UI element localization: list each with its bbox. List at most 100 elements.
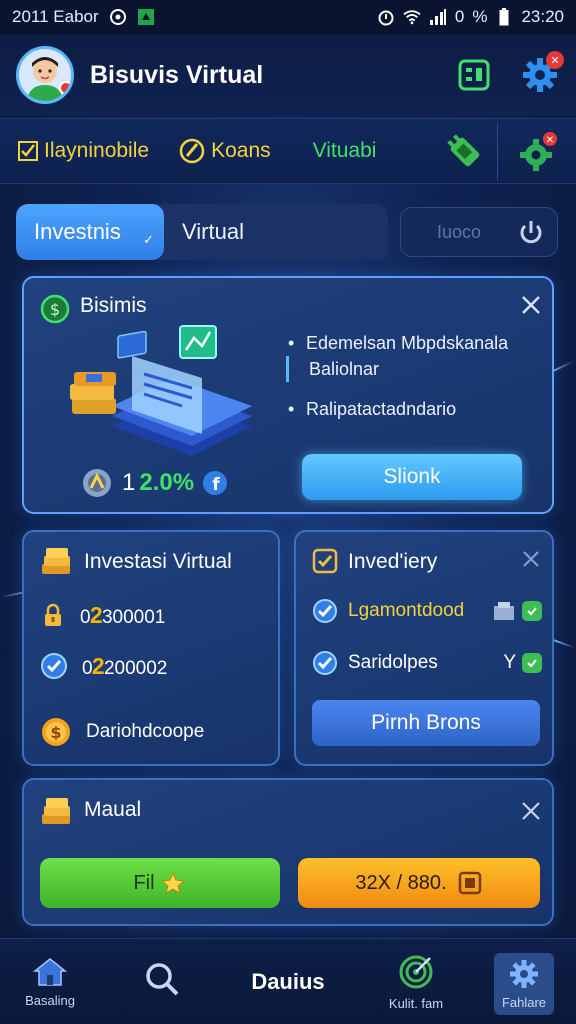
nav-item-home[interactable]: Basaling (12, 939, 88, 1024)
gold-stack-icon (42, 548, 70, 574)
invest-row-prefix: 0 (82, 657, 93, 679)
inventory-action-button[interactable]: Pirnh Brons (312, 700, 540, 746)
invest-row[interactable]: 0 2 200002 (40, 652, 167, 680)
inventory-card-title: Inved'iery (348, 550, 438, 573)
inventory-item[interactable]: Saridolpes Y (312, 650, 542, 676)
close-icon (522, 296, 540, 314)
business-card: $ Bisimis Edemelsan Mbpdskanala Baliolna… (22, 276, 554, 514)
tab-investments[interactable]: Investnis ✓ (16, 204, 164, 260)
close-icon (523, 551, 539, 567)
svg-text:✕: ✕ (546, 135, 554, 146)
svg-text:$: $ (50, 723, 61, 742)
nav-label: Fahlare (501, 994, 547, 1010)
green-check-icon (522, 601, 542, 621)
bullet-item: Edemelsan Mbpdskanala (286, 330, 548, 356)
page-title: Bisuvis Virtual (90, 60, 264, 89)
invest-row-value: 200002 (103, 657, 168, 679)
green-gear-icon[interactable]: ✕ (516, 131, 558, 173)
facebook-icon: f (203, 471, 228, 495)
check-circle-icon (313, 651, 337, 675)
inventory-item-tail: Y (503, 652, 516, 673)
tab-label: Virtual (182, 219, 244, 244)
green-button-label: Fil (133, 871, 155, 894)
inventory-item[interactable]: Lgamontdood (312, 598, 542, 624)
avatar[interactable] (16, 46, 74, 104)
invest-row-mid: 2 (89, 602, 103, 628)
invest-footer-row[interactable]: $ Dariohdcoope (40, 716, 204, 748)
box-icon (494, 602, 514, 620)
category-label: Koans (211, 139, 271, 162)
invest-card-title: Investasi Virtual (84, 550, 232, 573)
invest-card: Investasi Virtual 0 2 300001 0 2 200002 … (22, 530, 280, 766)
business-bullet-list: Edemelsan Mbpdskanala Baliolnar Ralipata… (286, 330, 548, 422)
settings-button[interactable]: ✕ (520, 51, 564, 95)
inventory-card: Inved'iery Lgamontdood Saridolpes Y Pirn… (294, 530, 554, 766)
tab-virtual[interactable]: Virtual (164, 204, 244, 260)
svg-text:f: f (212, 475, 220, 495)
gear-icon (510, 959, 538, 988)
inventory-item-label: Saridolpes (348, 652, 438, 673)
invest-row-prefix: 0 (80, 607, 91, 628)
check-circle-icon (313, 599, 337, 623)
category-label: Ilayninobile (44, 139, 150, 162)
invest-row-mid: 2 (91, 652, 105, 679)
invest-footer-label: Dariohdcoope (86, 721, 205, 742)
wifi-icon (403, 8, 421, 26)
notes-button[interactable] (454, 55, 494, 95)
manual-card: Maual Fil 32X / 880. (22, 778, 554, 926)
nav-label: Kulit. fam (388, 995, 444, 1011)
green-action-button[interactable]: Fil (40, 858, 280, 908)
document-stack-illustration (70, 325, 252, 456)
battery-percent: % (472, 7, 488, 26)
checkbox-icon (312, 548, 338, 574)
power-toggle-button[interactable]: Iuoco (400, 207, 558, 257)
power-toggle-label: Iuoco (437, 221, 482, 242)
category-bar: Ilayninobile Koans Vituabi ✕ (0, 118, 576, 184)
star-icon (160, 871, 185, 895)
close-badge-icon: ✕ (546, 51, 564, 69)
stat-number: 1 (122, 469, 136, 496)
category-item-mobile[interactable]: Ilayninobile (18, 139, 149, 163)
bullet-item: Ralipatactadndario (286, 396, 548, 422)
tab-label: Investnis (34, 219, 121, 244)
status-time-left: 2011 Eabor (12, 7, 99, 26)
close-button[interactable] (518, 292, 544, 318)
status-bar: 2011 Eabor 0 % 23:20 (0, 0, 576, 34)
business-cta-button[interactable]: Slionk (302, 454, 522, 500)
invest-row[interactable]: 0 2 300001 (40, 602, 165, 629)
usb-plug-icon[interactable] (444, 131, 486, 173)
battery-prefix: 0 (454, 7, 465, 26)
checkbox-icon (18, 141, 38, 161)
alarm-icon (377, 8, 395, 26)
category-item-koans[interactable]: Koans (179, 138, 271, 164)
app-header: Bisuvis Virtual ✕ (0, 34, 576, 116)
nav-item-settings[interactable]: Fahlare (494, 953, 554, 1015)
category-item-virtual[interactable]: Vituabi (313, 139, 377, 163)
app-notification-icon (137, 8, 155, 26)
bullet-subitem: Baliolnar (286, 356, 548, 382)
check-icon: ✓ (143, 232, 154, 247)
dollar-coin-icon: $ (42, 718, 70, 746)
nav-label: Basaling (25, 992, 75, 1008)
business-stat: 1 2.0% f (80, 466, 228, 500)
status-time-right: 23:20 (521, 7, 564, 26)
nav-label: Dauius (251, 969, 325, 994)
inventory-item-label: Lgamontdood (348, 600, 465, 621)
nav-item-target[interactable]: Kulit. fam (378, 939, 454, 1024)
manual-card-title: Maual (84, 798, 142, 821)
close-icon (522, 802, 540, 820)
circle-notification-icon (109, 8, 127, 26)
close-button[interactable] (518, 546, 544, 572)
close-button[interactable] (518, 798, 544, 824)
green-check-icon (522, 653, 542, 673)
coin-stack-icon (83, 469, 111, 497)
battery-icon (495, 8, 513, 26)
nav-item-center[interactable]: Dauius (236, 939, 340, 1024)
business-card-title: Bisimis (80, 294, 147, 317)
orange-action-button[interactable]: 32X / 880. (298, 858, 540, 908)
home-icon (33, 957, 67, 986)
nav-item-search[interactable] (124, 939, 200, 1024)
divider (497, 123, 498, 181)
lock-icon (45, 603, 61, 626)
category-label: Vituabi (312, 139, 377, 162)
